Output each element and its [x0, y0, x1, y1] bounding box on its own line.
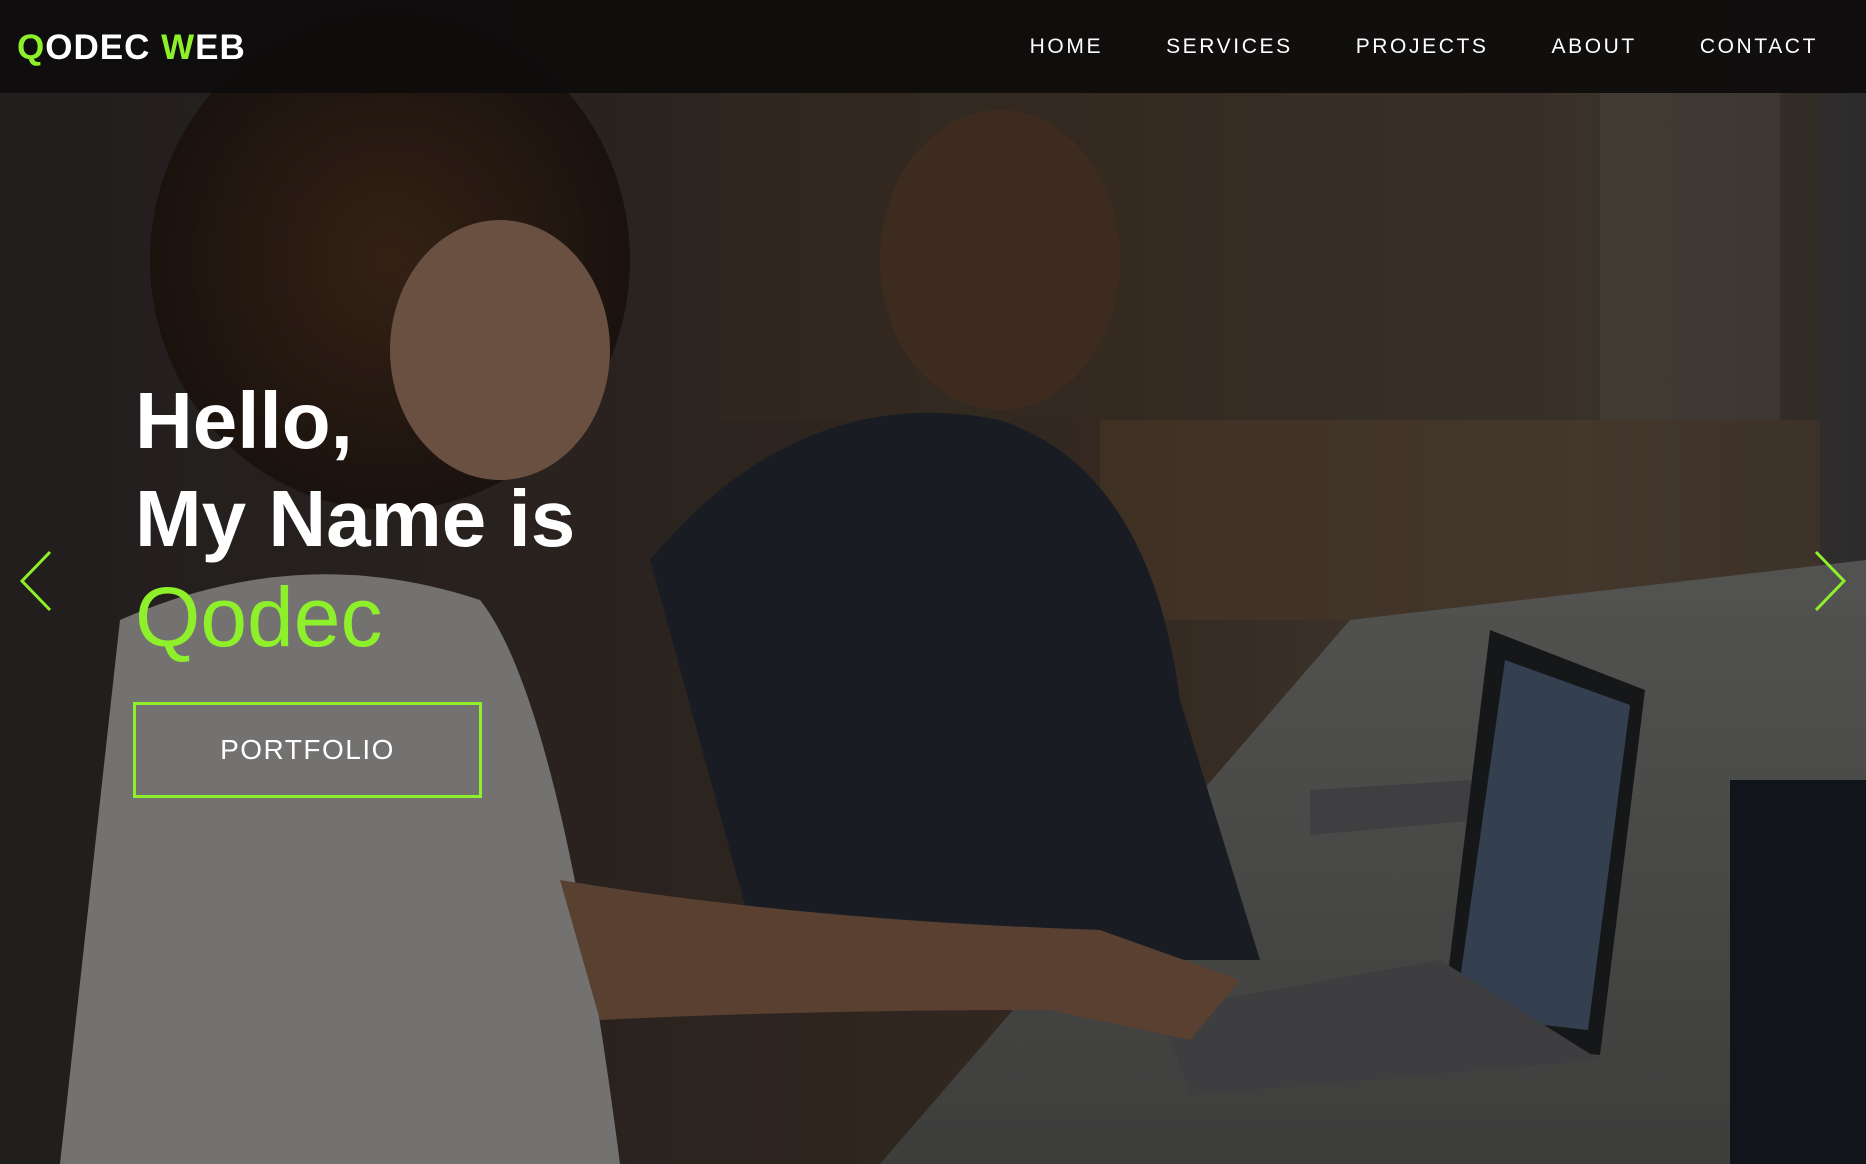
- portfolio-button[interactable]: PORTFOLIO: [133, 702, 482, 798]
- nav-link-home[interactable]: HOME: [1030, 35, 1103, 59]
- nav-link-about[interactable]: ABOUT: [1552, 35, 1637, 59]
- logo-accent-letter-q: Q: [17, 28, 46, 67]
- logo-text-odec: ODEC: [45, 28, 162, 67]
- hero-greeting: Hello,: [135, 376, 353, 465]
- main-nav: HOME SERVICES PROJECTS ABOUT CONTACT: [967, 0, 1818, 93]
- hero-heading: Hello, My Name is Qodec: [135, 372, 575, 666]
- logo-accent-letter-w: W: [161, 28, 196, 67]
- chevron-right-icon[interactable]: [1810, 548, 1850, 614]
- nav-link-projects[interactable]: PROJECTS: [1356, 35, 1489, 59]
- top-navbar: QODEC WEB HOME SERVICES PROJECTS ABOUT C…: [0, 0, 1866, 93]
- page: QODEC WEB HOME SERVICES PROJECTS ABOUT C…: [0, 0, 1866, 1164]
- logo-text-eb: EB: [195, 28, 246, 67]
- hero-name: Qodec: [135, 570, 383, 664]
- brand-logo[interactable]: QODEC WEB: [17, 28, 246, 68]
- chevron-left-icon[interactable]: [16, 548, 56, 614]
- hero-intro: My Name is: [135, 474, 576, 563]
- nav-link-contact[interactable]: CONTACT: [1700, 35, 1818, 59]
- nav-link-services[interactable]: SERVICES: [1166, 35, 1293, 59]
